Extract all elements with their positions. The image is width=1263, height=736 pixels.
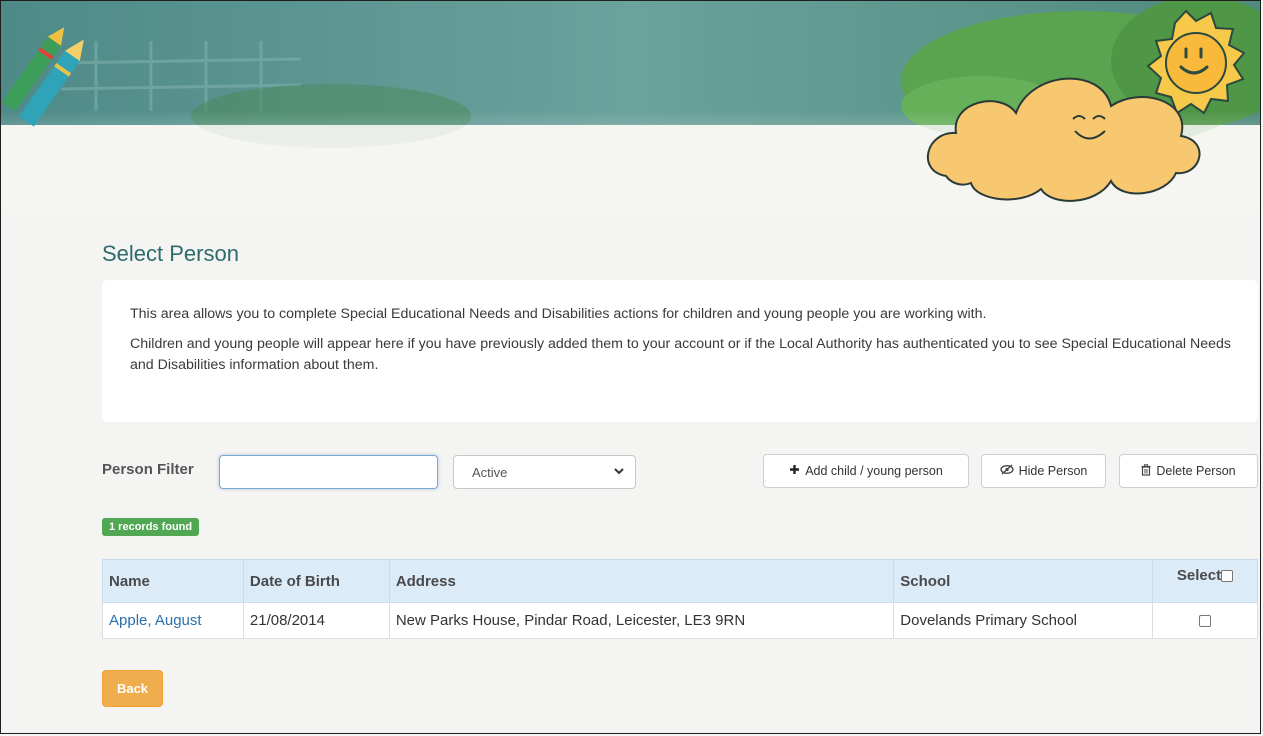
page-title: Select Person [102,241,239,266]
header-banner [1,1,1260,211]
add-child-button[interactable]: Add child / young person [763,454,969,488]
select-header-label: Select [1176,566,1222,584]
person-dob: 21/08/2014 [242,602,390,639]
column-header-name: Name [102,559,244,603]
person-table: Name Date of Birth Address School Select… [102,559,1258,639]
person-address: New Parks House, Pindar Road, Leicester,… [388,602,895,639]
column-header-dob: Date of Birth [242,559,390,603]
person-filter-input[interactable] [219,455,438,489]
eye-slash-icon [999,464,1014,478]
status-select-value: Active [472,465,508,480]
add-child-label: Add child / young person [805,464,943,478]
chevron-down-icon [613,465,625,480]
person-filter-label: Person Filter [102,461,194,478]
delete-person-button[interactable]: Delete Person [1119,454,1258,488]
row-select-checkbox[interactable] [1199,615,1212,628]
info-text-1: This area allows you to complete Special… [130,306,987,322]
person-name-link[interactable]: Apple, August [109,612,202,629]
trash-icon [1141,463,1151,479]
info-panel: This area allows you to complete Special… [102,280,1258,422]
status-select[interactable]: Active [453,455,636,489]
back-button[interactable]: Back [102,670,163,707]
column-header-address: Address [388,559,895,603]
column-header-school: School [893,559,1154,603]
table-header-row: Name Date of Birth Address School Select [102,559,1258,603]
plus-icon [789,464,800,478]
column-header-select: Select [1152,559,1258,603]
delete-person-label: Delete Person [1156,464,1236,478]
page-frame: Select Person This area allows you to co… [0,0,1261,734]
person-school: Dovelands Primary School [893,602,1154,639]
table-row: Apple, August 21/08/2014 New Parks House… [102,602,1258,639]
hide-person-button[interactable]: Hide Person [981,454,1106,488]
select-all-checkbox[interactable] [1221,569,1234,582]
records-count-badge: 1 records found [102,518,200,536]
info-text-2: Children and young people will appear he… [130,336,1232,373]
hide-person-label: Hide Person [1018,464,1088,478]
